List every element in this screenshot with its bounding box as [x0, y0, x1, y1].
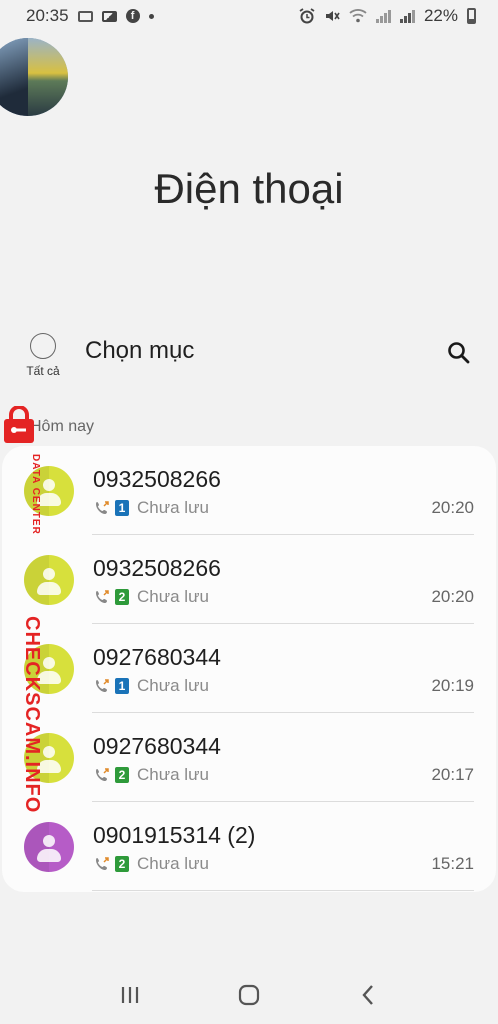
call-time: 15:21	[431, 854, 474, 873]
signal-icon	[399, 9, 415, 23]
call-status: Chưa lưu	[137, 765, 209, 784]
alarm-icon	[299, 8, 315, 24]
wifi-icon	[349, 9, 367, 23]
call-status: Chưa lưu	[137, 854, 209, 873]
profile-avatar[interactable]	[0, 38, 68, 116]
sim-badge: 1	[115, 678, 129, 694]
sim-badge: 2	[115, 589, 129, 605]
call-time: 20:20	[431, 587, 474, 606]
back-button[interactable]	[348, 975, 388, 1015]
watermark-subtitle: DATA CENTER	[30, 454, 41, 535]
call-log-item[interactable]: 0932508266 2 Chưa lưu 20:20	[2, 535, 496, 624]
outgoing-call-icon	[96, 768, 109, 781]
sim-badge: 1	[115, 500, 129, 516]
search-button[interactable]	[446, 340, 472, 366]
screen-icon	[77, 10, 93, 22]
outgoing-call-icon	[96, 679, 109, 692]
call-number: 0927680344	[93, 733, 221, 759]
back-icon	[362, 985, 374, 1005]
status-time: 20:35	[26, 6, 69, 25]
select-all-circle[interactable]	[30, 333, 56, 359]
sim-badge: 2	[115, 856, 129, 872]
selection-title: Chọn mục	[85, 337, 195, 364]
battery-percent: 22%	[423, 6, 458, 25]
dot-icon	[148, 13, 154, 19]
select-all-checkbox[interactable]: Tất cả	[22, 333, 64, 378]
home-icon	[238, 984, 260, 1006]
lock-icon	[4, 406, 34, 443]
call-log-item[interactable]: 0927680344 2 Chưa lưu 20:17	[2, 713, 496, 802]
call-status: Chưa lưu	[137, 676, 209, 695]
facebook-icon: f	[125, 9, 140, 23]
call-time: 20:19	[431, 676, 474, 695]
recent-apps-icon	[121, 987, 138, 1003]
contact-avatar[interactable]	[24, 822, 74, 872]
recent-apps-button[interactable]	[110, 975, 150, 1015]
outgoing-call-icon	[96, 590, 109, 603]
call-time: 20:17	[431, 765, 474, 784]
call-log-item[interactable]: 0932508266 1 Chưa lưu 20:20	[2, 446, 496, 535]
search-icon	[448, 342, 470, 364]
watermark: DATA CENTER CHECKSCAM.INFO	[2, 406, 62, 813]
signal-icon	[375, 9, 391, 23]
battery-icon	[467, 8, 476, 24]
page-title: Điện thoại	[154, 165, 344, 212]
select-all-label: Tất cả	[26, 364, 60, 378]
navigation-bar	[0, 966, 498, 1024]
call-status: Chưa lưu	[137, 587, 209, 606]
call-status: Chưa lưu	[137, 498, 209, 517]
watermark-brand: CHECKSCAM.INFO	[21, 616, 43, 814]
outgoing-call-icon	[96, 857, 109, 870]
outgoing-call-icon	[96, 501, 109, 514]
home-button[interactable]	[229, 975, 269, 1015]
call-log-item[interactable]: 0901915314 (2) 2 Chưa lưu 15:21	[2, 802, 496, 891]
mute-icon	[325, 11, 340, 21]
call-number: 0901915314 (2)	[93, 822, 256, 848]
call-time: 20:20	[431, 498, 474, 517]
status-bar: 20:35 f 22%	[0, 0, 498, 32]
call-number: 0932508266	[93, 555, 221, 581]
call-log-item[interactable]: 0927680344 1 Chưa lưu 20:19	[2, 624, 496, 713]
gallery-icon	[101, 10, 117, 22]
call-log-list: 0932508266 1 Chưa lưu 20:20 0932508266 2…	[2, 446, 496, 892]
divider	[92, 890, 474, 891]
call-number: 0927680344	[93, 644, 221, 670]
call-number: 0932508266	[93, 466, 221, 492]
sim-badge: 2	[115, 767, 129, 783]
